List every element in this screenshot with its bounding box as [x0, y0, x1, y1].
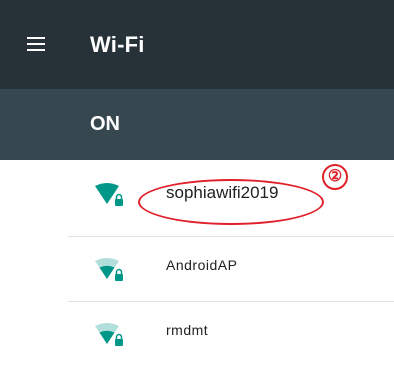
- network-row[interactable]: sophiawifi2019 ②: [0, 160, 394, 226]
- wifi-switch-label: ON: [90, 113, 120, 135]
- wifi-lock-icon: [95, 323, 123, 346]
- page-title: Wi-Fi: [90, 32, 145, 57]
- wifi-lock-icon: [95, 183, 123, 206]
- highlight-ellipse: [138, 179, 324, 225]
- step-number-badge: ②: [322, 164, 348, 190]
- wifi-lock-icon: [95, 258, 123, 281]
- network-row[interactable]: rmdmt: [0, 302, 394, 368]
- hamburger-menu-icon[interactable]: [27, 37, 45, 51]
- network-row[interactable]: AndroidAP: [0, 237, 394, 303]
- network-ssid: rmdmt: [166, 322, 209, 338]
- wifi-switch-bar[interactable]: ON: [0, 89, 394, 160]
- network-ssid: AndroidAP: [166, 257, 238, 273]
- app-bar: Wi-Fi: [0, 0, 394, 89]
